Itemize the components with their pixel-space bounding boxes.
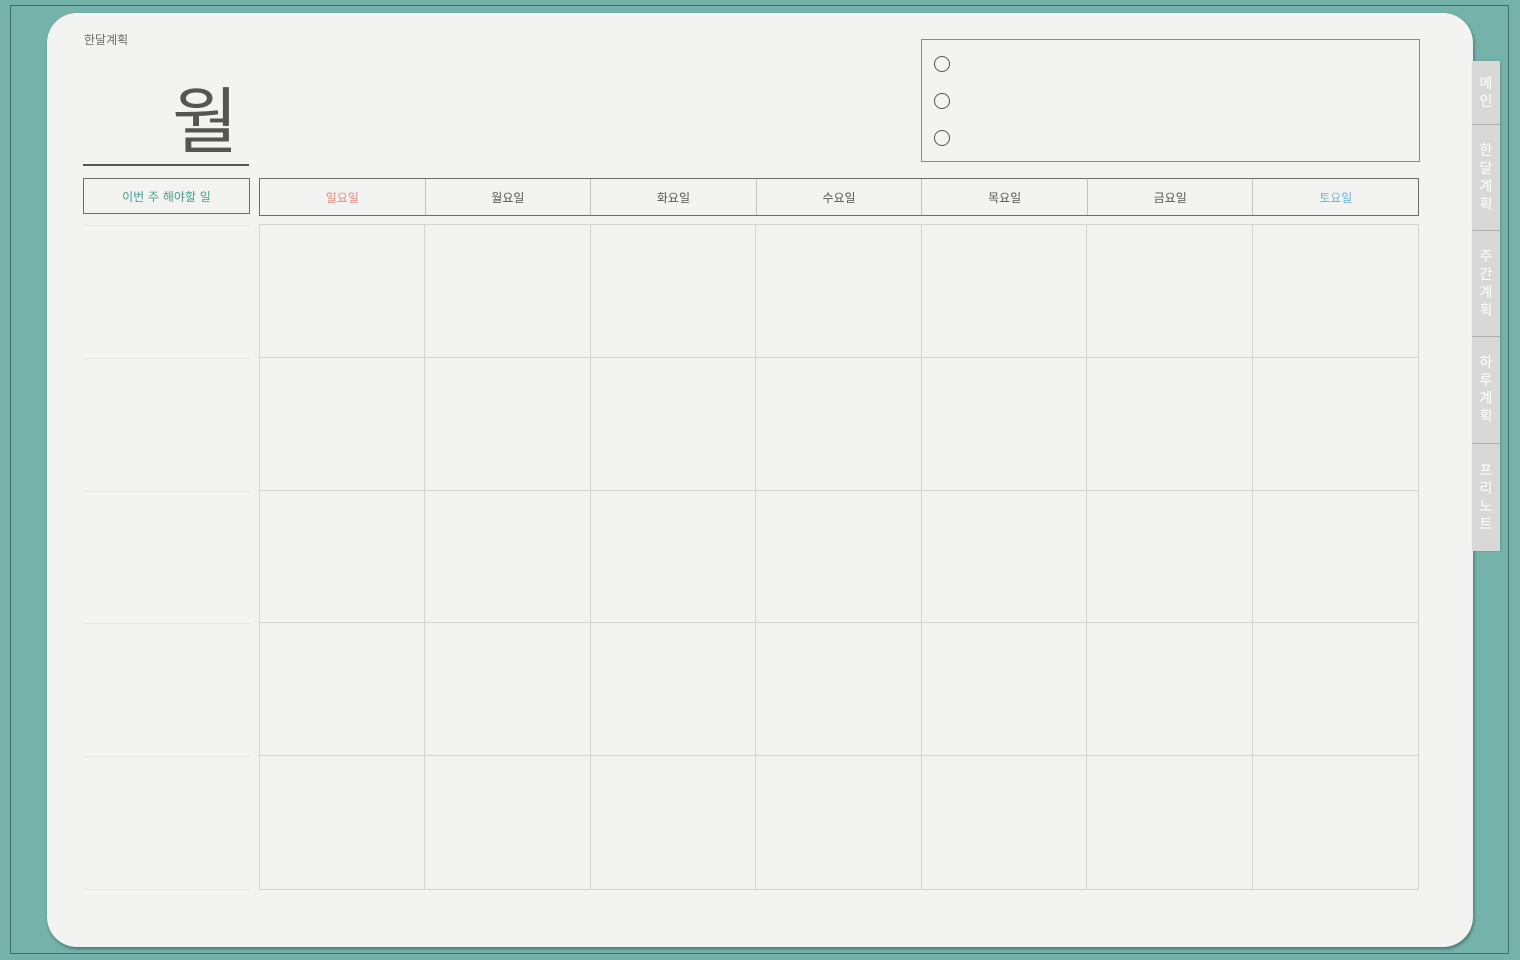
- memo-box: [921, 39, 1420, 162]
- tab-daily-plan[interactable]: 하루계획: [1472, 337, 1500, 444]
- section-tabs: 메인 한달계획 주간계획 하루계획 프리노트: [1472, 61, 1500, 551]
- tab-free-note[interactable]: 프리노트: [1472, 444, 1500, 551]
- tab-label: 프리노트: [1479, 462, 1493, 533]
- calendar-day-cell[interactable]: [425, 490, 591, 624]
- weekday-thursday: 목요일: [921, 179, 1087, 215]
- calendar-grid: [259, 224, 1419, 890]
- calendar-day-cell[interactable]: [260, 756, 426, 889]
- calendar-day-cell[interactable]: [1252, 623, 1418, 757]
- tab-label: 하루계획: [1479, 355, 1493, 425]
- month-underline: [83, 164, 249, 166]
- calendar-day-cell[interactable]: [590, 623, 757, 757]
- weekday-monday: 월요일: [424, 179, 591, 215]
- memo-checkbox-3[interactable]: [934, 130, 950, 146]
- calendar-day-cell[interactable]: [590, 225, 757, 358]
- calendar-day-cell[interactable]: [591, 756, 757, 889]
- weekday-saturday: 토요일: [1252, 179, 1418, 215]
- tab-label: 한달계획: [1479, 142, 1493, 213]
- memo-checkbox-1[interactable]: [934, 56, 950, 72]
- month-title: 월: [172, 80, 239, 164]
- todo-week-slot[interactable]: [83, 225, 250, 358]
- calendar-day-cell[interactable]: [756, 490, 922, 624]
- calendar-day-cell[interactable]: [260, 623, 426, 757]
- calendar-day-cell[interactable]: [1253, 756, 1418, 889]
- calendar-day-cell[interactable]: [922, 756, 1088, 889]
- weekday-sunday: 일요일: [325, 190, 359, 205]
- todo-week-slot[interactable]: [83, 490, 250, 624]
- calendar-day-cell[interactable]: [425, 756, 591, 889]
- calendar-day-cell[interactable]: [1087, 357, 1253, 491]
- weekday-tuesday: 화요일: [590, 179, 756, 215]
- calendar-day-cell[interactable]: [1087, 225, 1253, 358]
- calendar-day-cell[interactable]: [1252, 358, 1418, 491]
- calendar-day-cell[interactable]: [590, 490, 757, 624]
- planner-page: 한달계획 월 이번 주 해야할 일 일요일 월요일 화요일 수요일 목요일 금요…: [47, 13, 1473, 947]
- calendar-day-cell[interactable]: [425, 225, 591, 358]
- todo-week-slot[interactable]: [83, 623, 250, 756]
- todo-week-slot[interactable]: [83, 756, 250, 890]
- calendar-day-cell[interactable]: [1252, 225, 1418, 358]
- tab-main[interactable]: 메인: [1472, 61, 1500, 125]
- calendar-day-cell[interactable]: [1087, 756, 1253, 889]
- calendar-day-cell[interactable]: [425, 623, 591, 757]
- calendar-day-cell[interactable]: [1252, 491, 1418, 624]
- calendar-day-cell[interactable]: [1087, 490, 1253, 624]
- weekday-header: 일요일 월요일 화요일 수요일 목요일 금요일 토요일: [259, 178, 1419, 216]
- calendar-day-cell[interactable]: [756, 756, 922, 889]
- calendar-day-cell[interactable]: [921, 623, 1088, 757]
- calendar-day-cell[interactable]: [756, 225, 922, 358]
- calendar-day-cell[interactable]: [260, 490, 426, 624]
- calendar-day-cell[interactable]: [921, 357, 1088, 491]
- calendar-day-cell[interactable]: [260, 357, 426, 491]
- calendar-day-cell[interactable]: [921, 490, 1088, 624]
- weekday-wednesday: 수요일: [755, 179, 922, 215]
- calendar-day-cell[interactable]: [590, 357, 757, 491]
- memo-checkbox-2[interactable]: [934, 93, 950, 109]
- todo-column: [83, 225, 250, 890]
- tab-label: 메인: [1479, 75, 1493, 110]
- page-label: 한달계획: [84, 33, 129, 47]
- calendar-day-cell[interactable]: [260, 225, 426, 358]
- calendar-day-cell[interactable]: [756, 357, 922, 491]
- weekday-friday: 금요일: [1086, 179, 1253, 215]
- tab-monthly-plan[interactable]: 한달계획: [1472, 125, 1500, 231]
- todo-week-slot[interactable]: [83, 357, 250, 491]
- calendar-day-cell[interactable]: [425, 357, 591, 491]
- tab-label: 주간계획: [1479, 248, 1493, 319]
- calendar-day-cell[interactable]: [921, 225, 1088, 358]
- tab-weekly-plan[interactable]: 주간계획: [1472, 231, 1500, 337]
- todo-header: 이번 주 해야할 일: [83, 178, 250, 214]
- calendar-day-cell[interactable]: [756, 623, 922, 757]
- calendar-day-cell[interactable]: [1087, 623, 1253, 757]
